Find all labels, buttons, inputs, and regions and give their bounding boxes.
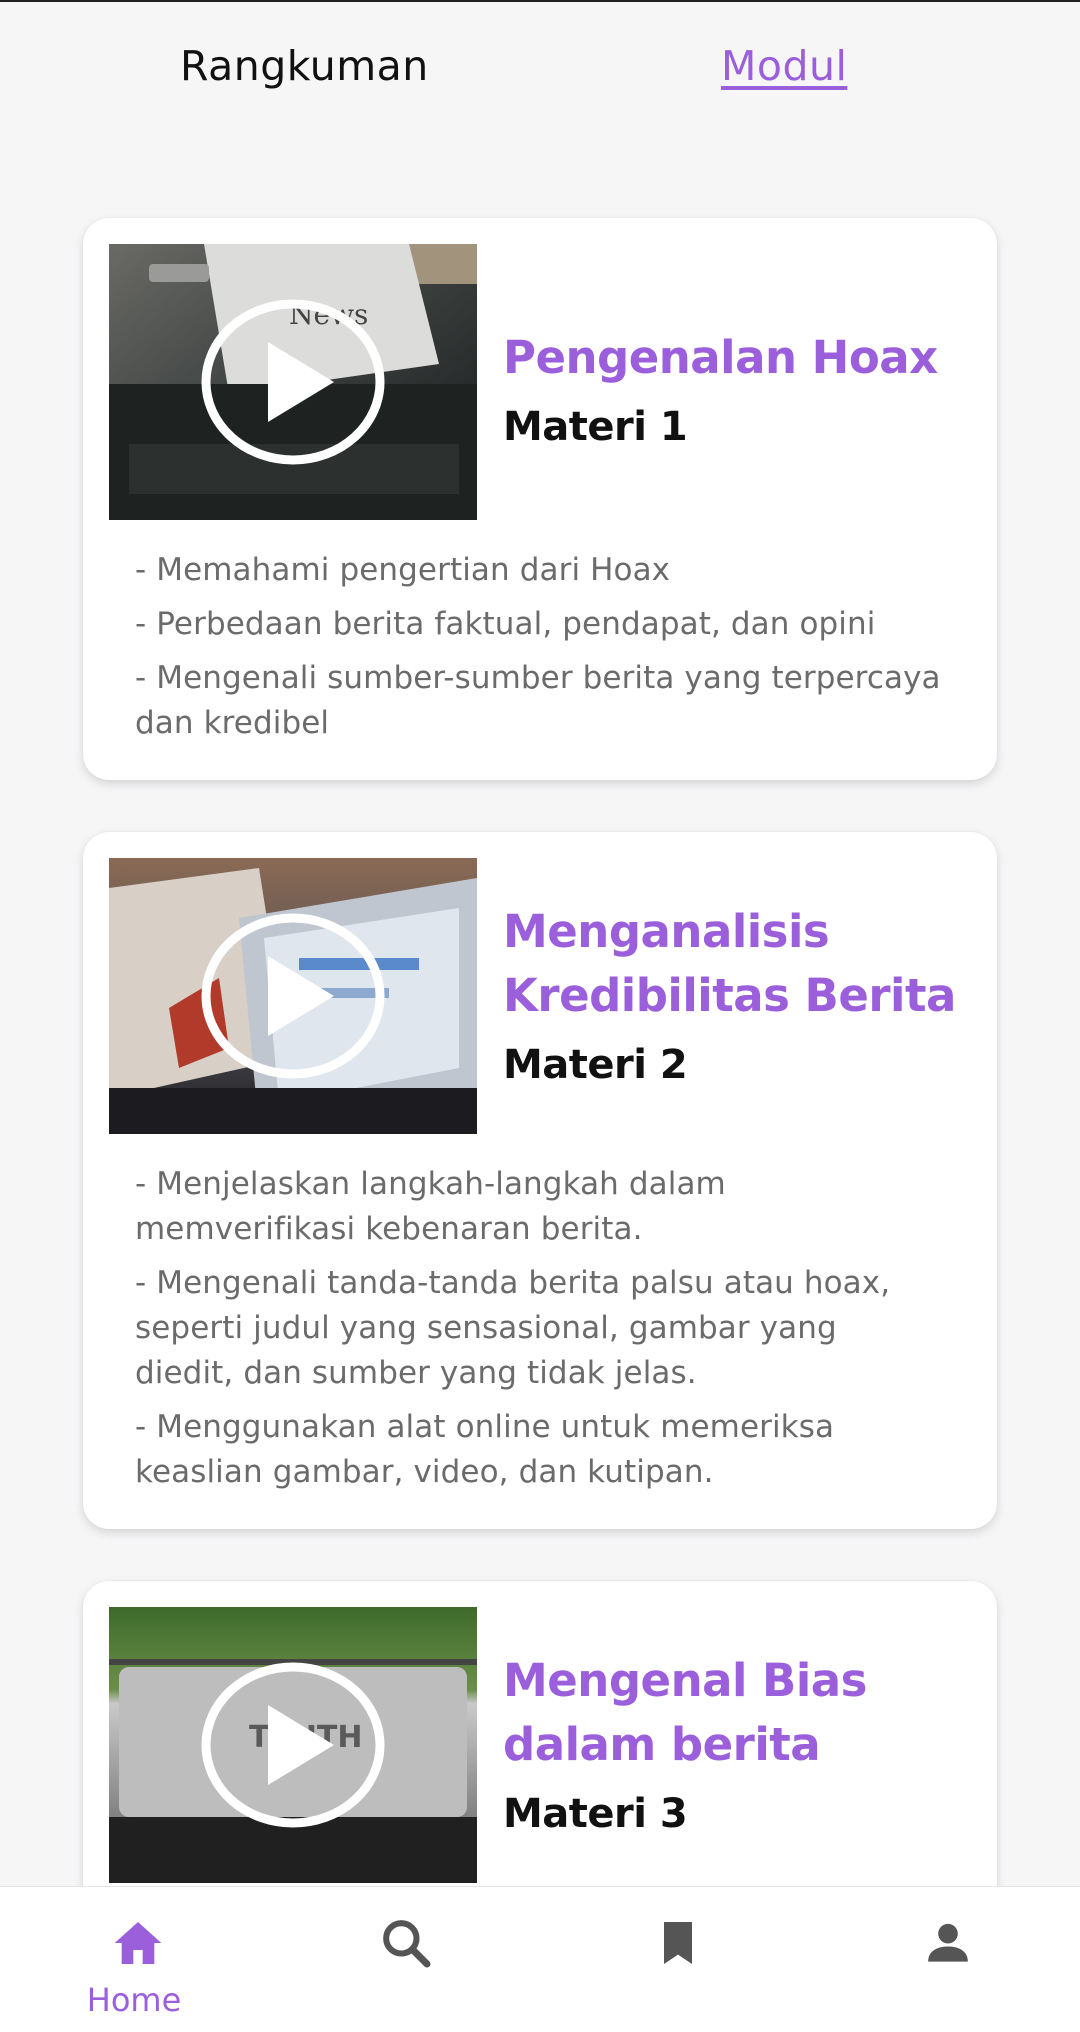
- video-thumbnail[interactable]: News: [109, 244, 477, 520]
- module-point: - Menjelaskan langkah-langkah dalam memv…: [135, 1166, 726, 1247]
- video-thumbnail[interactable]: TRUTH: [109, 1607, 477, 1883]
- tab-rangkuman[interactable]: Rangkuman: [180, 42, 429, 90]
- nav-search[interactable]: [302, 1887, 502, 2032]
- module-point: - Memahami pengertian dari Hoax: [135, 552, 671, 588]
- module-point: - Menggunakan alat online untuk memeriks…: [135, 1409, 835, 1490]
- nav-bookmark[interactable]: [574, 1887, 774, 2032]
- home-icon: [114, 1922, 162, 1964]
- play-icon: [201, 913, 385, 1079]
- tab-modul[interactable]: Modul: [721, 42, 847, 90]
- module-subtitle: Materi 2: [503, 1042, 688, 1088]
- module-points: - Memahami pengertian dari Hoax - Perbed…: [135, 548, 945, 755]
- module-subtitle: Materi 1: [503, 404, 688, 450]
- profile-icon: [928, 1923, 968, 1962]
- search-icon: [383, 1920, 431, 1968]
- bottom-navigation: Home: [0, 1886, 1080, 2032]
- module-title: Pengenalan Hoax: [503, 331, 938, 384]
- module-point: - Mengenali tanda-tanda berita palsu ata…: [135, 1265, 891, 1391]
- module-title: Menganalisis Kredibilitas Berita: [503, 905, 956, 1022]
- nav-home-label: Home: [86, 1981, 182, 2019]
- nav-home[interactable]: Home: [34, 1887, 234, 2032]
- video-thumbnail[interactable]: [109, 858, 477, 1134]
- module-points: - Menjelaskan langkah-langkah dalam memv…: [135, 1162, 945, 1504]
- module-point: - Mengenali sumber-sumber berita yang te…: [135, 660, 941, 741]
- play-icon: [201, 1662, 385, 1828]
- module-point: - Perbedaan berita faktual, pendapat, da…: [135, 606, 876, 642]
- module-title: Mengenal Bias dalam berita: [503, 1654, 867, 1771]
- module-card[interactable]: Menganalisis Kredibilitas Berita Materi …: [83, 832, 997, 1529]
- play-icon: [201, 299, 385, 465]
- top-tabs: Rangkuman Modul: [0, 2, 1080, 142]
- nav-profile[interactable]: [844, 1887, 1044, 2032]
- module-card[interactable]: News Pengenalan Hoax Materi 1 - Memahami…: [83, 218, 997, 780]
- bookmark-icon: [664, 1922, 692, 1964]
- module-subtitle: Materi 3: [503, 1791, 688, 1837]
